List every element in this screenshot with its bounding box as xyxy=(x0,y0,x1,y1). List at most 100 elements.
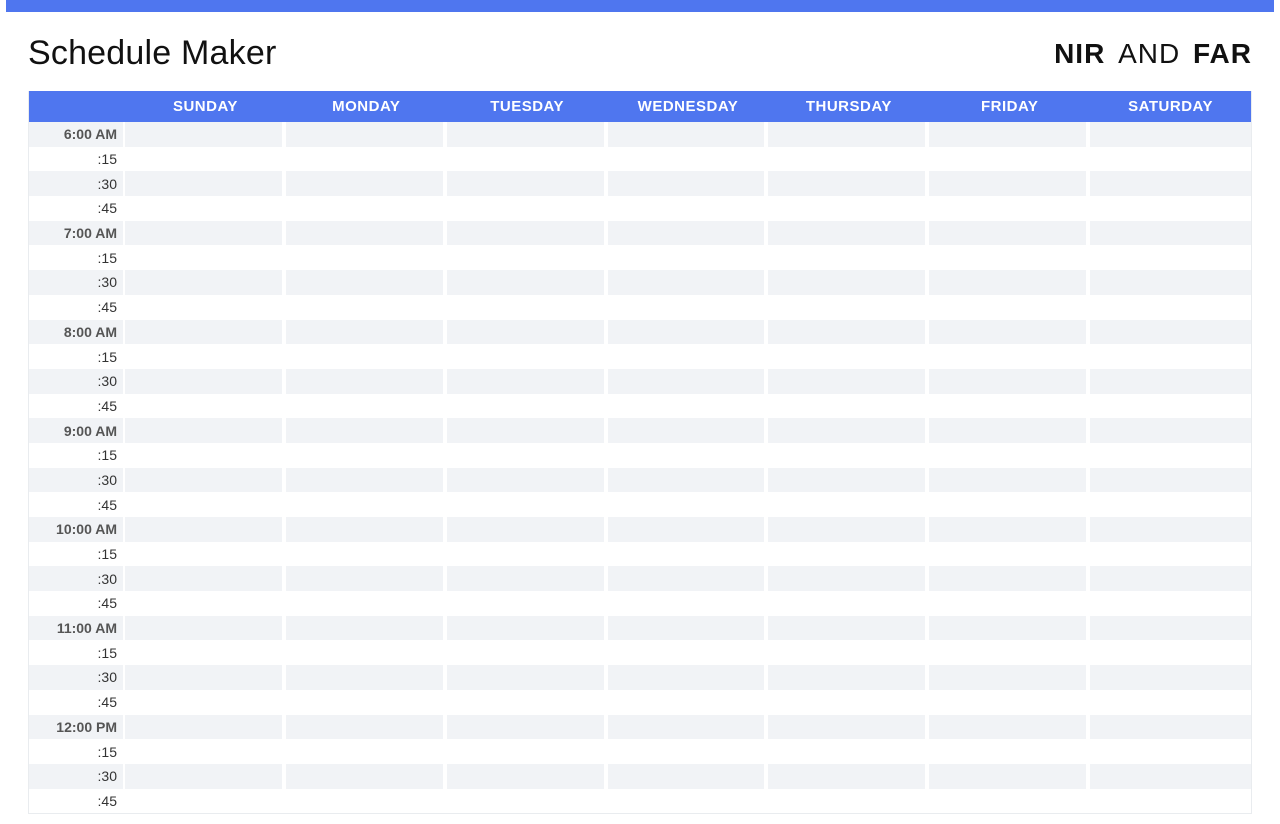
schedule-cell[interactable] xyxy=(447,468,608,493)
schedule-cell[interactable] xyxy=(447,764,608,789)
schedule-cell[interactable] xyxy=(768,542,929,567)
schedule-cell[interactable] xyxy=(447,542,608,567)
schedule-cell[interactable] xyxy=(447,739,608,764)
schedule-cell[interactable] xyxy=(447,591,608,616)
schedule-cell[interactable] xyxy=(286,443,447,468)
schedule-cell[interactable] xyxy=(125,147,286,172)
schedule-cell[interactable] xyxy=(125,739,286,764)
schedule-cell[interactable] xyxy=(447,295,608,320)
schedule-cell[interactable] xyxy=(286,690,447,715)
schedule-cell[interactable] xyxy=(286,418,447,443)
schedule-cell[interactable] xyxy=(286,344,447,369)
schedule-cell[interactable] xyxy=(768,789,929,814)
schedule-cell[interactable] xyxy=(447,196,608,221)
schedule-cell[interactable] xyxy=(125,468,286,493)
schedule-cell[interactable] xyxy=(768,122,929,147)
schedule-cell[interactable] xyxy=(447,640,608,665)
schedule-cell[interactable] xyxy=(608,344,769,369)
schedule-cell[interactable] xyxy=(768,171,929,196)
schedule-cell[interactable] xyxy=(608,591,769,616)
schedule-cell[interactable] xyxy=(768,492,929,517)
schedule-cell[interactable] xyxy=(125,418,286,443)
schedule-cell[interactable] xyxy=(125,492,286,517)
schedule-cell[interactable] xyxy=(125,369,286,394)
schedule-cell[interactable] xyxy=(768,394,929,419)
schedule-cell[interactable] xyxy=(125,566,286,591)
schedule-cell[interactable] xyxy=(929,591,1090,616)
schedule-cell[interactable] xyxy=(1090,443,1251,468)
schedule-cell[interactable] xyxy=(125,517,286,542)
schedule-cell[interactable] xyxy=(286,369,447,394)
schedule-cell[interactable] xyxy=(929,196,1090,221)
schedule-cell[interactable] xyxy=(768,295,929,320)
schedule-cell[interactable] xyxy=(608,566,769,591)
schedule-cell[interactable] xyxy=(929,418,1090,443)
schedule-cell[interactable] xyxy=(1090,122,1251,147)
schedule-cell[interactable] xyxy=(125,394,286,419)
schedule-cell[interactable] xyxy=(286,542,447,567)
schedule-cell[interactable] xyxy=(768,640,929,665)
schedule-cell[interactable] xyxy=(1090,171,1251,196)
schedule-cell[interactable] xyxy=(1090,468,1251,493)
schedule-cell[interactable] xyxy=(447,171,608,196)
schedule-cell[interactable] xyxy=(608,196,769,221)
schedule-cell[interactable] xyxy=(608,690,769,715)
schedule-cell[interactable] xyxy=(125,171,286,196)
schedule-cell[interactable] xyxy=(608,616,769,641)
schedule-cell[interactable] xyxy=(1090,764,1251,789)
schedule-cell[interactable] xyxy=(768,369,929,394)
schedule-cell[interactable] xyxy=(768,739,929,764)
schedule-cell[interactable] xyxy=(125,690,286,715)
schedule-cell[interactable] xyxy=(125,270,286,295)
schedule-cell[interactable] xyxy=(1090,270,1251,295)
schedule-cell[interactable] xyxy=(929,492,1090,517)
schedule-cell[interactable] xyxy=(768,147,929,172)
schedule-cell[interactable] xyxy=(608,147,769,172)
schedule-cell[interactable] xyxy=(768,344,929,369)
schedule-cell[interactable] xyxy=(125,295,286,320)
schedule-cell[interactable] xyxy=(608,517,769,542)
schedule-cell[interactable] xyxy=(125,665,286,690)
schedule-cell[interactable] xyxy=(1090,517,1251,542)
schedule-cell[interactable] xyxy=(125,344,286,369)
schedule-cell[interactable] xyxy=(125,245,286,270)
schedule-cell[interactable] xyxy=(608,492,769,517)
schedule-cell[interactable] xyxy=(286,295,447,320)
schedule-cell[interactable] xyxy=(447,789,608,814)
schedule-cell[interactable] xyxy=(608,295,769,320)
schedule-cell[interactable] xyxy=(1090,566,1251,591)
schedule-cell[interactable] xyxy=(929,640,1090,665)
schedule-cell[interactable] xyxy=(125,196,286,221)
schedule-cell[interactable] xyxy=(608,418,769,443)
schedule-cell[interactable] xyxy=(447,122,608,147)
schedule-cell[interactable] xyxy=(125,221,286,246)
schedule-cell[interactable] xyxy=(447,245,608,270)
schedule-cell[interactable] xyxy=(1090,542,1251,567)
schedule-cell[interactable] xyxy=(447,492,608,517)
schedule-cell[interactable] xyxy=(768,566,929,591)
schedule-cell[interactable] xyxy=(1090,739,1251,764)
schedule-cell[interactable] xyxy=(929,221,1090,246)
schedule-cell[interactable] xyxy=(929,517,1090,542)
schedule-cell[interactable] xyxy=(768,245,929,270)
schedule-cell[interactable] xyxy=(768,690,929,715)
schedule-cell[interactable] xyxy=(768,517,929,542)
schedule-cell[interactable] xyxy=(768,443,929,468)
schedule-cell[interactable] xyxy=(768,196,929,221)
schedule-cell[interactable] xyxy=(1090,616,1251,641)
schedule-cell[interactable] xyxy=(1090,492,1251,517)
schedule-cell[interactable] xyxy=(1090,394,1251,419)
schedule-cell[interactable] xyxy=(286,739,447,764)
schedule-cell[interactable] xyxy=(929,566,1090,591)
schedule-cell[interactable] xyxy=(447,443,608,468)
schedule-cell[interactable] xyxy=(768,591,929,616)
schedule-cell[interactable] xyxy=(1090,295,1251,320)
schedule-cell[interactable] xyxy=(286,468,447,493)
schedule-cell[interactable] xyxy=(447,418,608,443)
schedule-cell[interactable] xyxy=(608,739,769,764)
schedule-cell[interactable] xyxy=(447,566,608,591)
schedule-cell[interactable] xyxy=(929,394,1090,419)
schedule-cell[interactable] xyxy=(608,320,769,345)
schedule-cell[interactable] xyxy=(768,270,929,295)
schedule-cell[interactable] xyxy=(929,369,1090,394)
